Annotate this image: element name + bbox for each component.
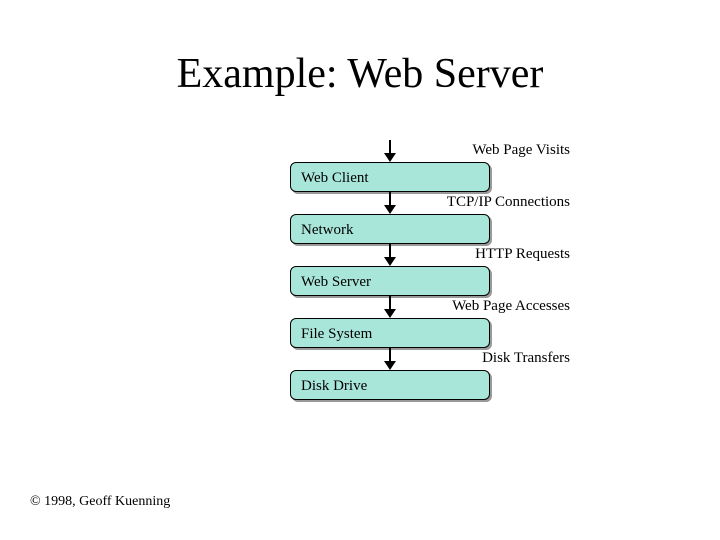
flow-arrow-2: HTTP Requests [230,244,550,266]
down-arrow-icon [384,348,396,370]
down-arrow-icon [384,296,396,318]
flow-arrow-1: TCP/IP Connections [230,192,550,214]
layer-box-0: Web Client [290,162,490,192]
flow-arrow-4: Disk Transfers [230,348,550,370]
flow-label-3: Web Page Accesses [452,298,570,315]
flow-label-4: Disk Transfers [482,350,570,367]
flow-arrow-0: Web Page Visits [230,140,550,162]
copyright-footer: © 1998, Geoff Kuenning [30,494,170,510]
diagram-container: Web Page Visits Web Client TCP/IP Connec… [230,140,550,400]
layer-box-2: Web Server [290,266,490,296]
flow-label-1: TCP/IP Connections [447,194,570,211]
layer-box-4: Disk Drive [290,370,490,400]
down-arrow-icon [384,192,396,214]
down-arrow-icon [384,244,396,266]
layer-box-3: File System [290,318,490,348]
slide-title: Example: Web Server [0,50,720,98]
down-arrow-icon [384,140,396,162]
layer-box-1: Network [290,214,490,244]
flow-label-0: Web Page Visits [472,142,570,159]
flow-label-2: HTTP Requests [475,246,570,263]
flow-arrow-3: Web Page Accesses [230,296,550,318]
